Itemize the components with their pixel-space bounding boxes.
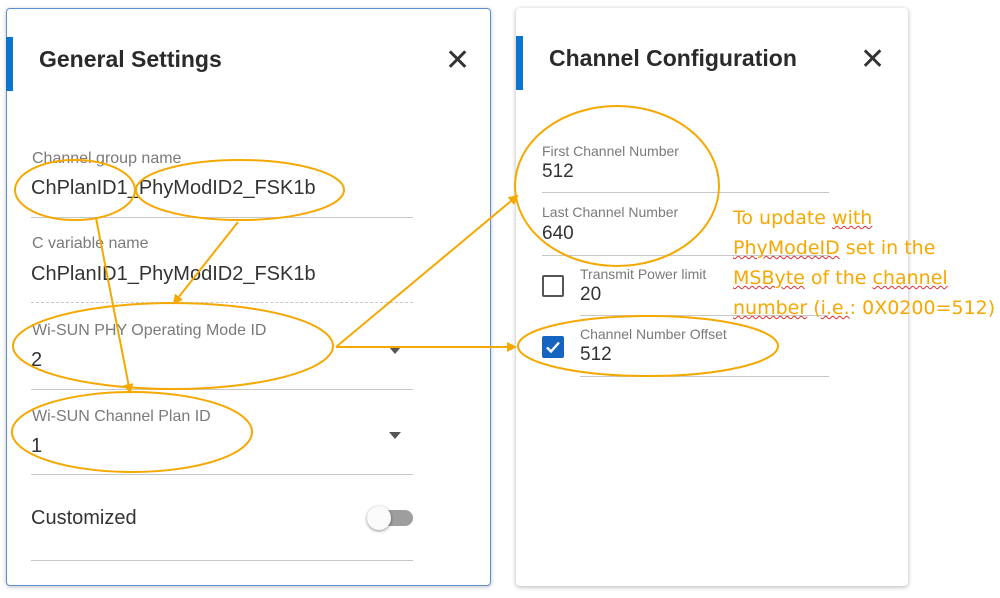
transmit-power-limit-checkbox[interactable] [542, 275, 564, 297]
annotation-line: PhyModeID set in the [733, 233, 995, 263]
field-underline [31, 389, 413, 390]
field-underline [31, 217, 413, 218]
field-underline [31, 474, 413, 475]
field-underline [31, 560, 413, 561]
annotation-text: i.e. [820, 297, 850, 319]
annotation-text: set in the [839, 237, 936, 259]
chevron-down-icon[interactable] [389, 432, 401, 439]
annotation-note: To update with PhyModeID set in the MSBy… [733, 203, 995, 323]
close-icon[interactable]: ✕ [860, 45, 885, 75]
channel-number-offset-checkbox[interactable] [542, 336, 564, 358]
check-icon [546, 341, 560, 354]
channel-group-name-input[interactable]: ChPlanID1_PhyModID2_FSK1b [31, 177, 316, 200]
panel-accent-bar [6, 37, 13, 91]
annotation-text: of the [804, 267, 873, 289]
annotation-line: To update with [733, 203, 995, 233]
channel-group-name-label: Channel group name [32, 150, 182, 167]
field-underline [542, 192, 829, 193]
channel-plan-id-select[interactable]: 1 [31, 435, 42, 458]
annotation-text: ( [807, 297, 821, 319]
first-channel-number-input[interactable]: 512 [542, 161, 574, 183]
toggle-knob[interactable] [367, 506, 391, 530]
c-variable-name-label: C variable name [32, 235, 149, 252]
channel-number-offset-input[interactable]: 512 [580, 344, 612, 366]
annotation-text: PhyModeID [733, 237, 840, 259]
customized-label: Customized [31, 507, 137, 529]
last-channel-number-input[interactable]: 640 [542, 223, 574, 245]
transmit-power-limit-label: Transmit Power limit [580, 266, 707, 282]
panel-title: Channel Configuration [549, 45, 797, 71]
close-icon[interactable]: ✕ [445, 46, 470, 76]
annotation-text: channel [872, 267, 948, 289]
annotation-text: with [832, 207, 873, 229]
general-settings-panel: General Settings ✕ Channel group name Ch… [6, 8, 491, 586]
c-variable-name-value: ChPlanID1_PhyModID2_FSK1b [31, 263, 316, 285]
field-underline [580, 376, 829, 377]
phy-operating-mode-label: Wi-SUN PHY Operating Mode ID [32, 322, 267, 339]
first-channel-number-label: First Channel Number [542, 143, 679, 159]
phy-operating-mode-select[interactable]: 2 [31, 349, 42, 372]
annotation-line: MSByte of the channel [733, 263, 995, 293]
channel-number-offset-label: Channel Number Offset [580, 326, 727, 342]
annotation-text: : 0X0200=512) [849, 297, 996, 319]
channel-plan-id-label: Wi-SUN Channel Plan ID [32, 408, 211, 425]
annotation-line: number (i.e.: 0X0200=512) [733, 293, 995, 323]
panel-title: General Settings [39, 46, 222, 72]
field-underline-dashed [31, 302, 413, 303]
panel-accent-bar [516, 36, 523, 90]
last-channel-number-label: Last Channel Number [542, 204, 679, 220]
transmit-power-limit-input[interactable]: 20 [580, 284, 601, 306]
annotation-text: MSByte [733, 267, 805, 289]
annotation-text: number [733, 297, 808, 319]
chevron-down-icon[interactable] [389, 347, 401, 354]
annotation-text: To update [733, 207, 833, 229]
